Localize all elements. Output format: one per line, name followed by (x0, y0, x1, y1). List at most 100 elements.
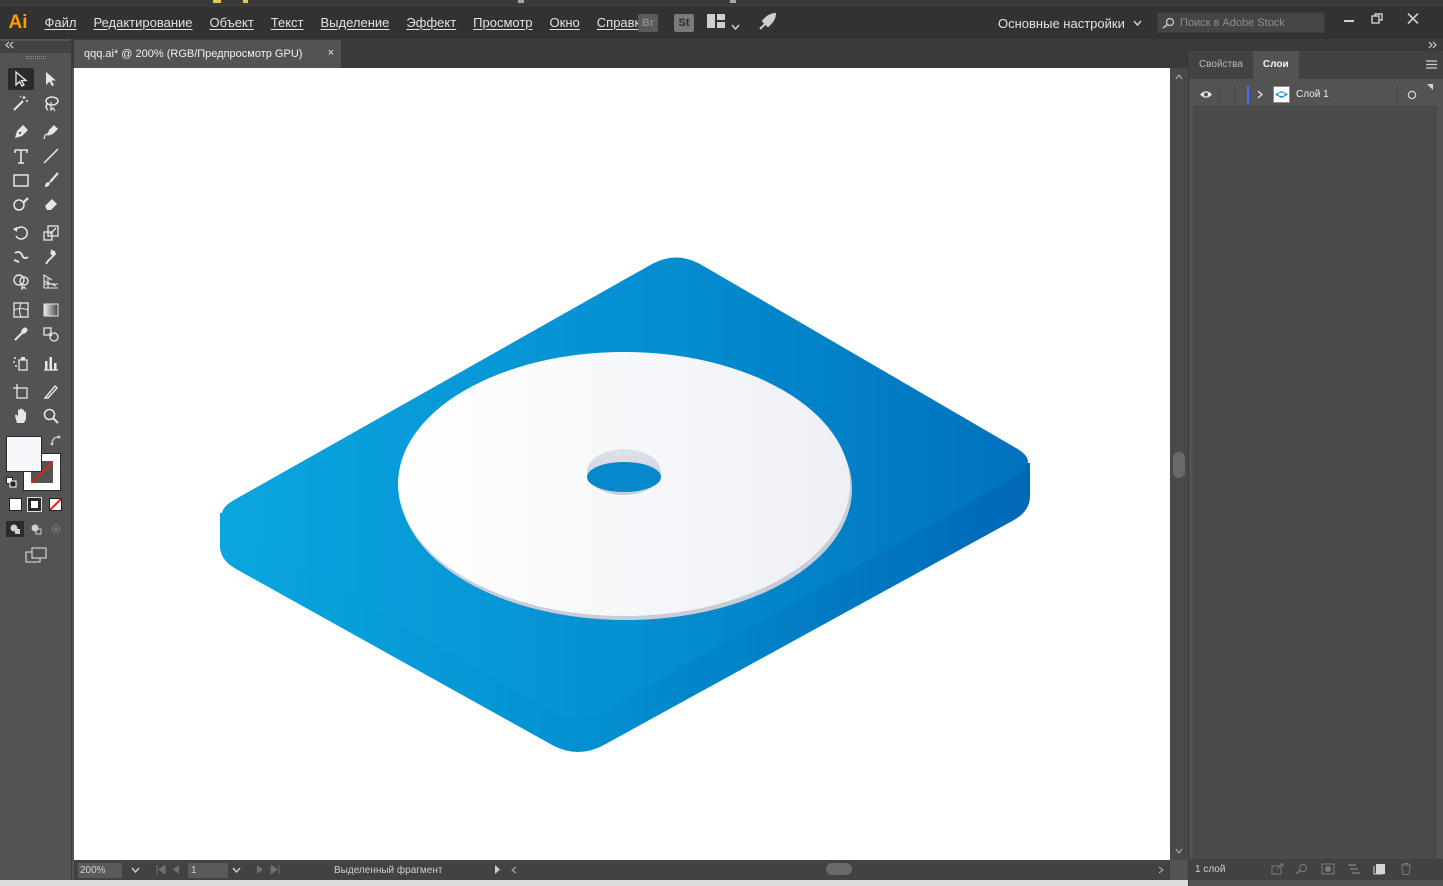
layer-name[interactable]: Слой 1 (1296, 89, 1329, 100)
type-tool-icon[interactable] (8, 145, 34, 167)
workspace-switcher[interactable]: Основные настройки (998, 7, 1142, 39)
stock-search-input[interactable] (1180, 16, 1320, 29)
artwork-cd-case[interactable] (74, 68, 1170, 860)
status-tool-hint[interactable]: Выделенный фрагмент (334, 863, 442, 878)
status-menu-icon[interactable] (494, 865, 501, 874)
lasso-tool-icon[interactable] (38, 92, 64, 114)
collapse-panel-icon[interactable] (5, 41, 15, 49)
menu-type[interactable]: Текст (262, 7, 312, 39)
zoom-dropdown-icon[interactable] (131, 867, 140, 873)
scroll-left-icon[interactable] (511, 866, 517, 874)
stock-button[interactable]: St (674, 14, 694, 32)
artboard-dropdown-icon[interactable] (232, 867, 241, 873)
rectangle-tool-icon[interactable] (8, 169, 34, 191)
scroll-up-icon[interactable] (1175, 74, 1183, 80)
vertical-scrollbar[interactable] (1170, 68, 1188, 860)
chevron-right-icon[interactable] (1257, 90, 1263, 99)
shaper-tool-icon[interactable] (8, 193, 34, 215)
warp-tool-icon[interactable] (8, 246, 34, 268)
stock-search[interactable] (1157, 12, 1325, 33)
tab-layers[interactable]: Слои (1252, 51, 1299, 79)
zoom-tool-icon[interactable] (38, 405, 64, 427)
mesh-tool-icon[interactable] (8, 299, 34, 321)
scroll-down-icon[interactable] (1175, 848, 1183, 854)
menu-select[interactable]: Выделение (312, 7, 398, 39)
slice-tool-icon[interactable] (38, 381, 64, 403)
artboard[interactable] (74, 68, 1170, 860)
lock-toggle[interactable] (1219, 84, 1235, 105)
make-clipping-mask-icon[interactable] (1321, 863, 1335, 875)
menu-object[interactable]: Объект (201, 7, 262, 39)
eye-icon[interactable] (1199, 90, 1213, 99)
new-layer-icon[interactable] (1373, 863, 1387, 875)
zoom-level-field[interactable]: 200% (78, 863, 122, 878)
menu-effect[interactable]: Эффект (398, 7, 465, 39)
perspective-grid-tool-icon[interactable] (38, 270, 64, 292)
collapse-dock-icon[interactable] (1427, 41, 1437, 49)
direct-selection-tool-icon[interactable] (38, 68, 64, 90)
layers-list[interactable] (1193, 107, 1437, 859)
blend-tool-icon[interactable] (38, 323, 64, 345)
default-colors-icon[interactable] (6, 477, 17, 488)
column-graph-tool-icon[interactable] (38, 352, 64, 374)
selection-indicator-icon[interactable] (1427, 84, 1433, 90)
panel-dock-header[interactable] (1189, 39, 1443, 51)
document-tab[interactable]: qqq.ai* @ 200% (RGB/Предпросмотр GPU) × (74, 40, 341, 68)
layer-row[interactable]: Слой 1 (1193, 83, 1437, 107)
previous-artboard-icon[interactable] (172, 865, 180, 874)
color-mode-button[interactable] (9, 498, 22, 511)
last-artboard-icon[interactable] (270, 865, 280, 874)
line-segment-tool-icon[interactable] (38, 145, 64, 167)
new-sublayer-icon[interactable] (1347, 863, 1361, 875)
restore-button[interactable] (1362, 7, 1392, 29)
scale-tool-icon[interactable] (38, 222, 64, 244)
hand-tool-icon[interactable] (8, 405, 34, 427)
artboard-number-field[interactable]: 1 (188, 863, 228, 878)
pen-tool-icon[interactable] (8, 121, 34, 143)
artboard-tool-icon[interactable] (8, 381, 34, 403)
gradient-mode-button[interactable] (27, 497, 42, 512)
magic-wand-tool-icon[interactable] (8, 92, 34, 114)
none-mode-button[interactable] (49, 498, 62, 511)
draw-normal-icon[interactable] (6, 521, 24, 537)
chevron-down-icon[interactable] (731, 16, 740, 35)
next-artboard-icon[interactable] (256, 865, 264, 874)
screen-mode-icon[interactable] (24, 546, 48, 564)
menu-edit[interactable]: Редактирование (85, 7, 201, 39)
tools-panel-header[interactable] (0, 41, 71, 53)
locate-object-icon[interactable] (1295, 863, 1309, 875)
rotate-tool-icon[interactable] (8, 222, 34, 244)
paintbrush-tool-icon[interactable] (38, 169, 64, 191)
horizontal-scroll-thumb[interactable] (826, 863, 852, 875)
arrange-documents-icon[interactable] (707, 13, 725, 32)
draw-behind-icon[interactable] (27, 521, 45, 537)
vertical-scroll-thumb[interactable] (1173, 452, 1185, 478)
gradient-tool-icon[interactable] (38, 299, 64, 321)
menu-window[interactable]: Окно (541, 7, 588, 39)
close-window-button[interactable] (1398, 7, 1428, 29)
panel-menu-icon[interactable] (1426, 60, 1437, 69)
bridge-button[interactable]: Br (638, 14, 658, 32)
rocket-icon[interactable] (757, 12, 777, 36)
tools-grip[interactable] (0, 53, 71, 62)
selection-tool-icon[interactable] (8, 68, 34, 90)
draw-inside-icon[interactable] (47, 521, 65, 537)
symbol-sprayer-tool-icon[interactable] (8, 352, 34, 374)
eraser-tool-icon[interactable] (38, 193, 64, 215)
menu-file[interactable]: Файл (36, 7, 85, 39)
swap-fill-stroke-icon[interactable] (50, 435, 62, 447)
menu-view[interactable]: Просмотр (465, 7, 541, 39)
target-icon[interactable] (1407, 90, 1417, 100)
puppet-warp-tool-icon[interactable] (38, 246, 64, 268)
tab-properties[interactable]: Свойства (1189, 51, 1253, 79)
collect-for-export-icon[interactable] (1271, 863, 1285, 875)
eyedropper-tool-icon[interactable] (8, 323, 34, 345)
shape-builder-tool-icon[interactable] (8, 270, 34, 292)
minimize-button[interactable] (1334, 7, 1364, 29)
fill-swatch-front[interactable] (6, 436, 42, 472)
curvature-tool-icon[interactable] (38, 121, 64, 143)
delete-layer-icon[interactable] (1399, 863, 1413, 875)
close-tab-icon[interactable]: × (328, 47, 334, 59)
first-artboard-icon[interactable] (156, 865, 166, 874)
scroll-right-icon[interactable] (1158, 866, 1164, 874)
